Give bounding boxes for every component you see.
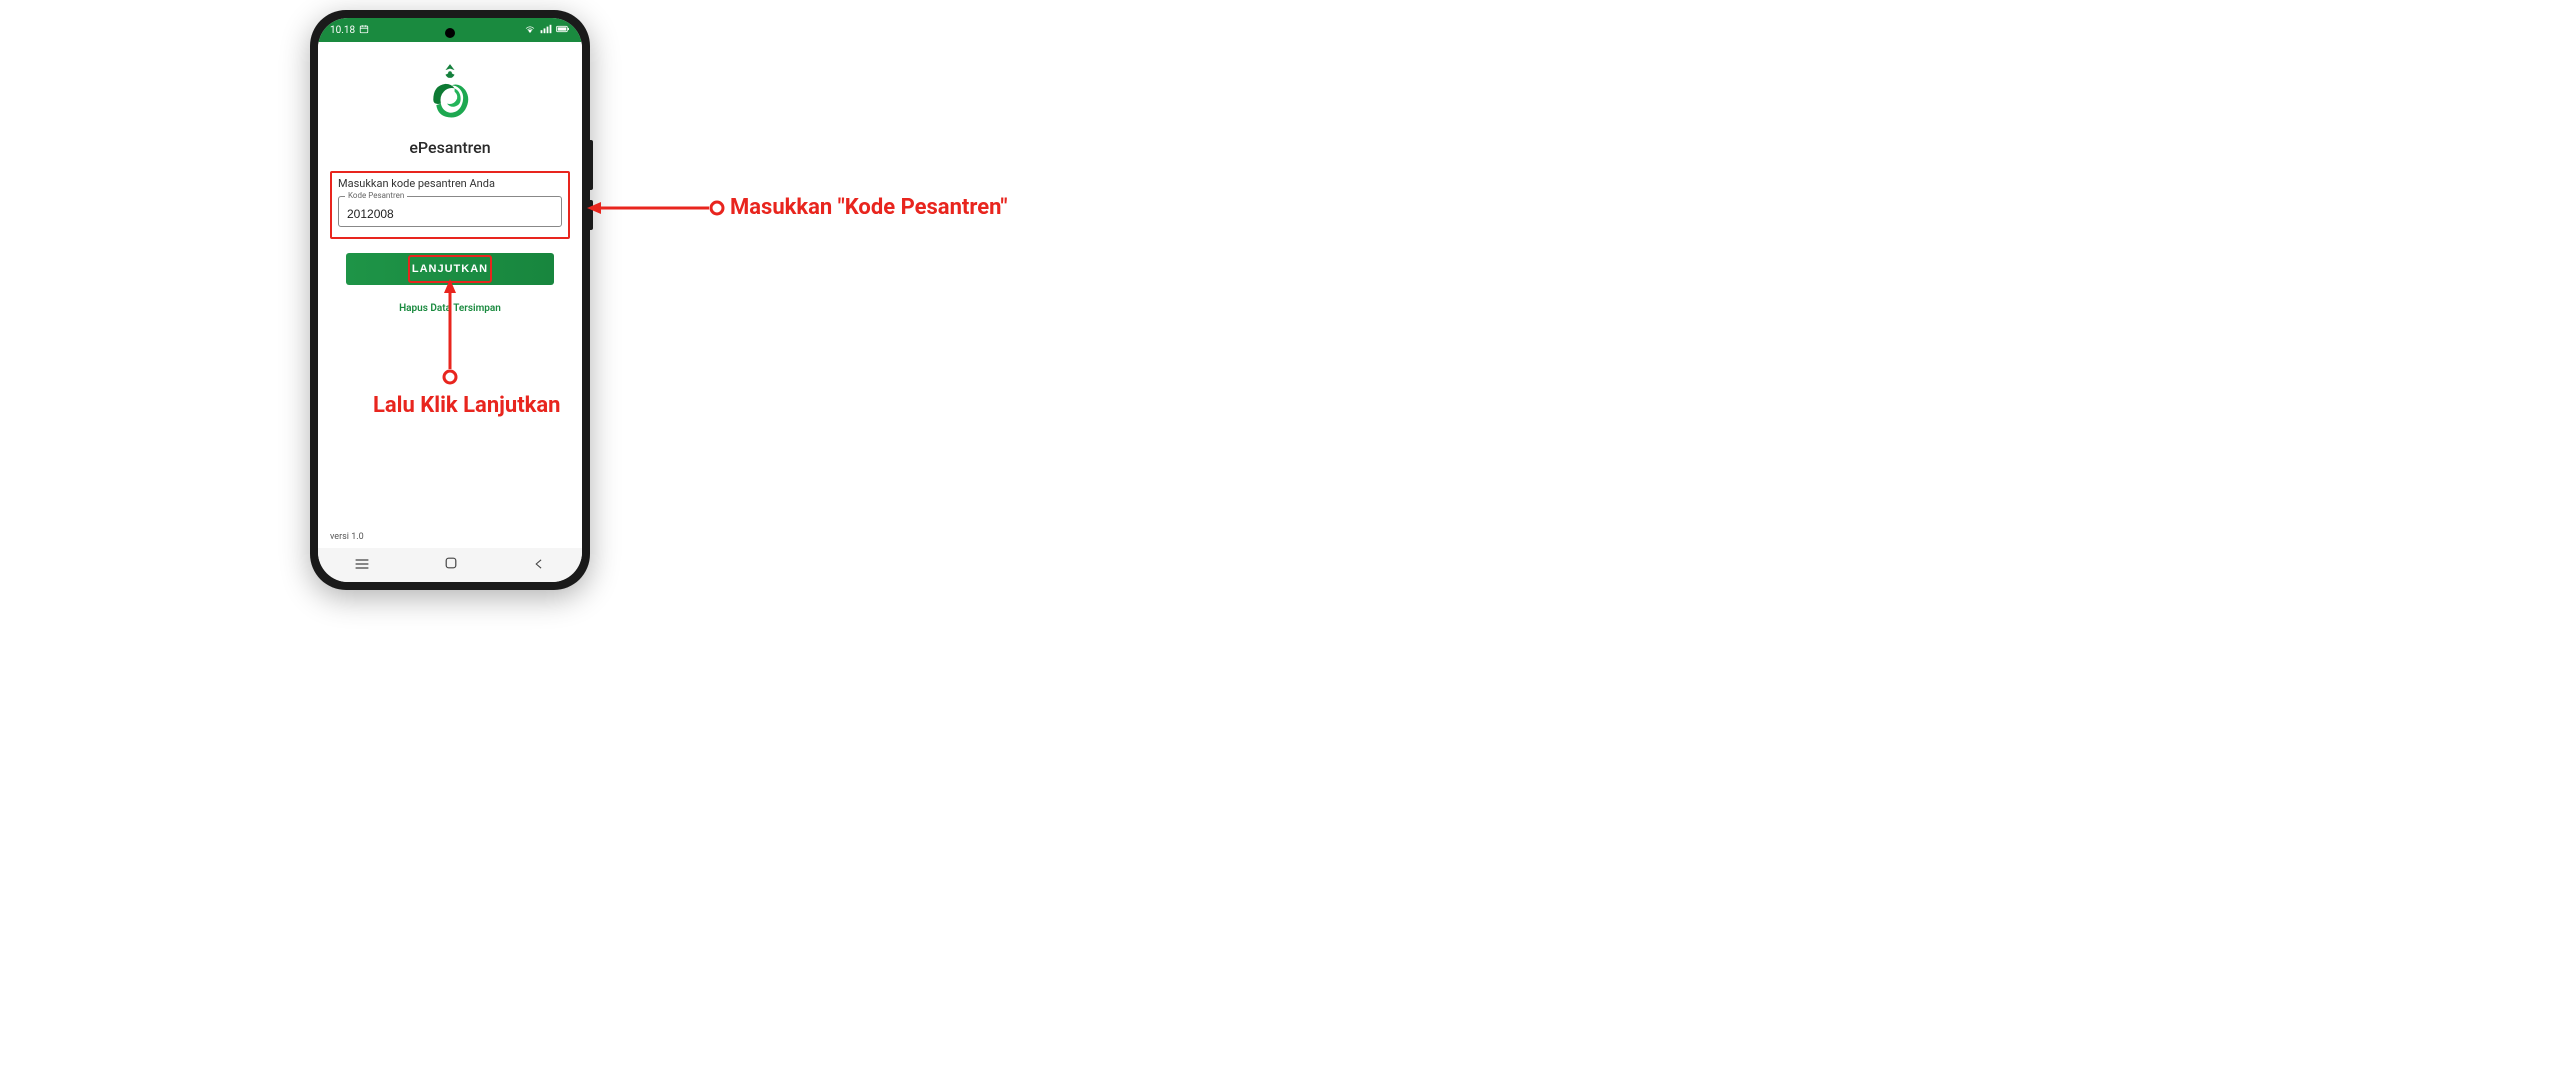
annotation-button-text: Lalu Klik Lanjutkan — [373, 393, 561, 418]
phone-camera-cutout — [445, 28, 455, 38]
version-label: versi 1.0 — [330, 532, 364, 542]
recent-apps-button[interactable] — [354, 556, 370, 575]
field-floating-label: Kode Pesantren — [345, 191, 407, 200]
input-highlight-box: Masukkan kode pesantren Anda Kode Pesant… — [330, 171, 570, 239]
phone-side-button — [590, 140, 593, 190]
kode-pesantren-field-wrapper: Kode Pesantren — [338, 196, 562, 227]
home-button[interactable] — [443, 555, 459, 575]
calendar-icon — [359, 24, 369, 37]
kode-pesantren-input[interactable] — [347, 207, 553, 221]
wifi-icon — [524, 24, 536, 37]
status-time: 10.18 — [330, 25, 355, 36]
logo-area: ePesantren — [318, 42, 582, 167]
input-prompt-label: Masukkan kode pesantren Anda — [338, 177, 562, 190]
annotation-arrow-button — [440, 277, 460, 387]
app-logo-icon — [412, 58, 488, 134]
signal-icon — [540, 24, 552, 37]
annotation-input-text: Masukkan "Kode Pesantren" — [730, 195, 1007, 220]
annotation-arrow-input — [585, 198, 730, 218]
lanjutkan-label: LANJUTKAN — [412, 263, 488, 275]
app-name-label: ePesantren — [318, 138, 582, 157]
back-button[interactable] — [532, 556, 546, 575]
battery-icon — [556, 24, 570, 37]
android-nav-bar — [318, 548, 582, 582]
